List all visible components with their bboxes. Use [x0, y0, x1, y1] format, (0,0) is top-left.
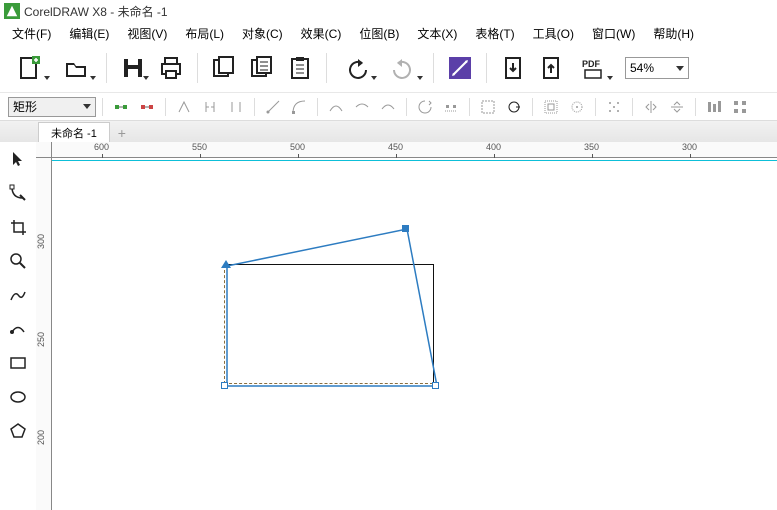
stretch-nodes-button[interactable] [539, 95, 563, 119]
pick-tool[interactable] [5, 146, 31, 172]
workspace: 600 550 500 450 400 350 300 300 250 200 [0, 142, 777, 510]
property-bar: 矩形 [0, 92, 777, 120]
ruler-origin[interactable] [36, 142, 52, 158]
print-button[interactable] [153, 50, 189, 86]
node-right[interactable] [432, 382, 439, 389]
extend-curve-button[interactable] [439, 95, 463, 119]
tab-active[interactable]: 未命名 -1 [38, 122, 110, 142]
ruler-vertical[interactable]: 300 250 200 [36, 158, 52, 510]
reflect-v-button[interactable] [665, 95, 689, 119]
window-title: CorelDRAW X8 - 未命名 -1 [24, 3, 168, 20]
copy-button[interactable] [244, 50, 280, 86]
node-start[interactable] [221, 260, 231, 268]
redo-button[interactable] [381, 50, 425, 86]
polygon-tool[interactable] [5, 418, 31, 444]
align-nodes-button[interactable] [602, 95, 626, 119]
export-button[interactable] [533, 50, 569, 86]
elastic-mode-button[interactable] [702, 95, 726, 119]
node-tool-3[interactable] [224, 95, 248, 119]
menu-tools[interactable]: 工具(O) [533, 25, 574, 42]
menu-object[interactable]: 对象(C) [242, 25, 283, 42]
to-line-button[interactable] [261, 95, 285, 119]
close-curve-button[interactable] [502, 95, 526, 119]
open-button[interactable] [54, 50, 98, 86]
delete-node-button[interactable] [135, 95, 159, 119]
standard-toolbar: PDF 54% [0, 44, 777, 92]
chevron-down-icon [676, 66, 684, 71]
shape-tool[interactable] [5, 180, 31, 206]
search-content-button[interactable] [442, 50, 478, 86]
smooth-node-button[interactable] [350, 95, 374, 119]
drawing-canvas[interactable] [52, 158, 777, 510]
rectangle-object[interactable] [224, 264, 434, 384]
extract-subpath-button[interactable] [476, 95, 500, 119]
import-button[interactable] [495, 50, 531, 86]
menu-edit[interactable]: 编辑(E) [69, 25, 109, 42]
new-button[interactable] [8, 50, 52, 86]
zoom-tool[interactable] [5, 248, 31, 274]
node-top[interactable] [402, 225, 409, 232]
undo-button[interactable] [335, 50, 379, 86]
menu-layout[interactable]: 布局(L) [185, 25, 224, 42]
rectangle-tool[interactable] [5, 350, 31, 376]
crop-tool[interactable] [5, 214, 31, 240]
menu-effect[interactable]: 效果(C) [301, 25, 342, 42]
break-node-button[interactable] [198, 95, 222, 119]
menu-text[interactable]: 文本(X) [417, 25, 457, 42]
select-all-nodes-button[interactable] [728, 95, 752, 119]
shape-type-combo[interactable]: 矩形 [8, 97, 96, 117]
node-bottom-left[interactable] [221, 382, 228, 389]
menu-bar: 文件(F) 编辑(E) 视图(V) 布局(L) 对象(C) 效果(C) 位图(B… [0, 22, 777, 44]
document-tabs: 未命名 -1 + [0, 120, 777, 142]
menu-file[interactable]: 文件(F) [12, 25, 51, 42]
menu-window[interactable]: 窗口(W) [592, 25, 635, 42]
svg-text:PDF: PDF [582, 59, 601, 69]
chevron-down-icon [83, 104, 91, 109]
app-icon [4, 3, 20, 19]
reverse-direction-button[interactable] [413, 95, 437, 119]
ruler-horizontal[interactable]: 600 550 500 450 400 350 300 [52, 142, 777, 158]
save-button[interactable] [115, 50, 151, 86]
add-node-button[interactable] [109, 95, 133, 119]
menu-table[interactable]: 表格(T) [475, 25, 514, 42]
paste-button[interactable] [282, 50, 318, 86]
join-nodes-button[interactable] [172, 95, 196, 119]
toolbox [0, 142, 36, 510]
zoom-level-combo[interactable]: 54% [625, 57, 689, 79]
menu-bitmap[interactable]: 位图(B) [359, 25, 399, 42]
title-bar: CorelDRAW X8 - 未命名 -1 [0, 0, 777, 22]
menu-view[interactable]: 视图(V) [127, 25, 167, 42]
menu-help[interactable]: 帮助(H) [653, 25, 694, 42]
symmetric-node-button[interactable] [376, 95, 400, 119]
tab-add-button[interactable]: + [112, 124, 132, 142]
cut-button[interactable] [206, 50, 242, 86]
publish-pdf-button[interactable]: PDF [571, 50, 615, 86]
to-curve-button[interactable] [287, 95, 311, 119]
artistic-media-tool[interactable] [5, 316, 31, 342]
rotate-nodes-button[interactable] [565, 95, 589, 119]
ellipse-tool[interactable] [5, 384, 31, 410]
freehand-tool[interactable] [5, 282, 31, 308]
reflect-h-button[interactable] [639, 95, 663, 119]
zoom-value: 54% [630, 61, 654, 75]
guide-line[interactable] [52, 160, 777, 161]
canvas-area: 600 550 500 450 400 350 300 300 250 200 [36, 142, 777, 510]
cusp-node-button[interactable] [324, 95, 348, 119]
